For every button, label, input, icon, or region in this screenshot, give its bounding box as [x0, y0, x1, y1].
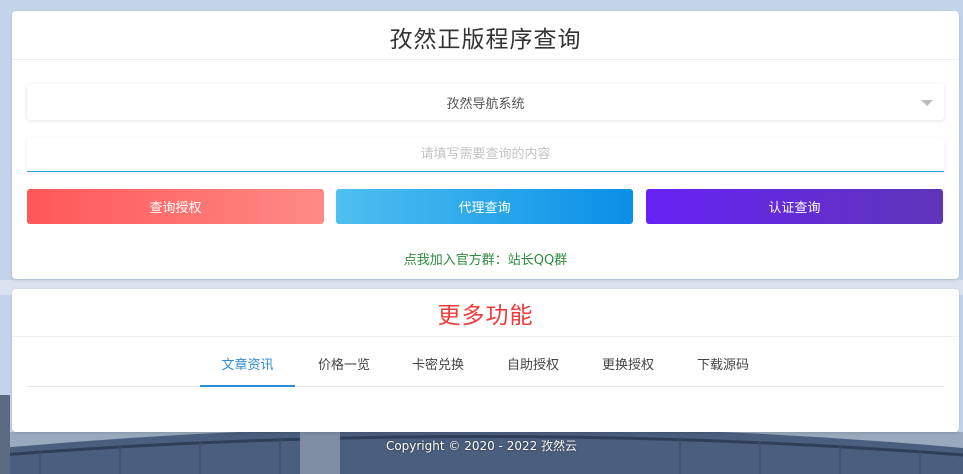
tab-download-source[interactable]: 下载源码: [683, 346, 763, 386]
tab-change-auth[interactable]: 更换授权: [588, 346, 668, 386]
agent-query-button[interactable]: 代理查询: [336, 189, 633, 224]
program-select[interactable]: 孜然导航系统: [27, 84, 944, 120]
query-card: 孜然正版程序查询 孜然导航系统 查询授权 代理查询 认证查询 点我加入官方群：站…: [12, 11, 959, 279]
tab-articles[interactable]: 文章资讯: [200, 346, 295, 387]
auth-query-button[interactable]: 查询授权: [27, 189, 324, 224]
cert-query-button[interactable]: 认证查询: [646, 189, 943, 224]
page-title: 孜然正版程序查询: [389, 27, 582, 53]
tab-self-auth[interactable]: 自助授权: [493, 346, 573, 386]
more-features-card: 更多功能 文章资讯 价格一览 卡密兑换 自助授权 更换授权 下载源码: [12, 289, 959, 432]
title-divider: [12, 59, 959, 60]
more-features-title: 更多功能: [437, 303, 534, 329]
tab-card-redeem[interactable]: 卡密兑换: [398, 346, 478, 386]
chevron-down-icon: [921, 100, 933, 106]
join-group-link[interactable]: 点我加入官方群：站长QQ群: [12, 249, 959, 268]
tab-pricing[interactable]: 价格一览: [304, 346, 384, 386]
features-tab-bar: 文章资讯 价格一览 卡密兑换 自助授权 更换授权 下载源码: [27, 346, 944, 387]
footer-copyright: Copyright © 2020 - 2022 孜然云: [385, 439, 578, 453]
program-select-value: 孜然导航系统: [446, 96, 525, 112]
more-title-divider: [12, 336, 959, 337]
query-input[interactable]: [27, 138, 944, 172]
